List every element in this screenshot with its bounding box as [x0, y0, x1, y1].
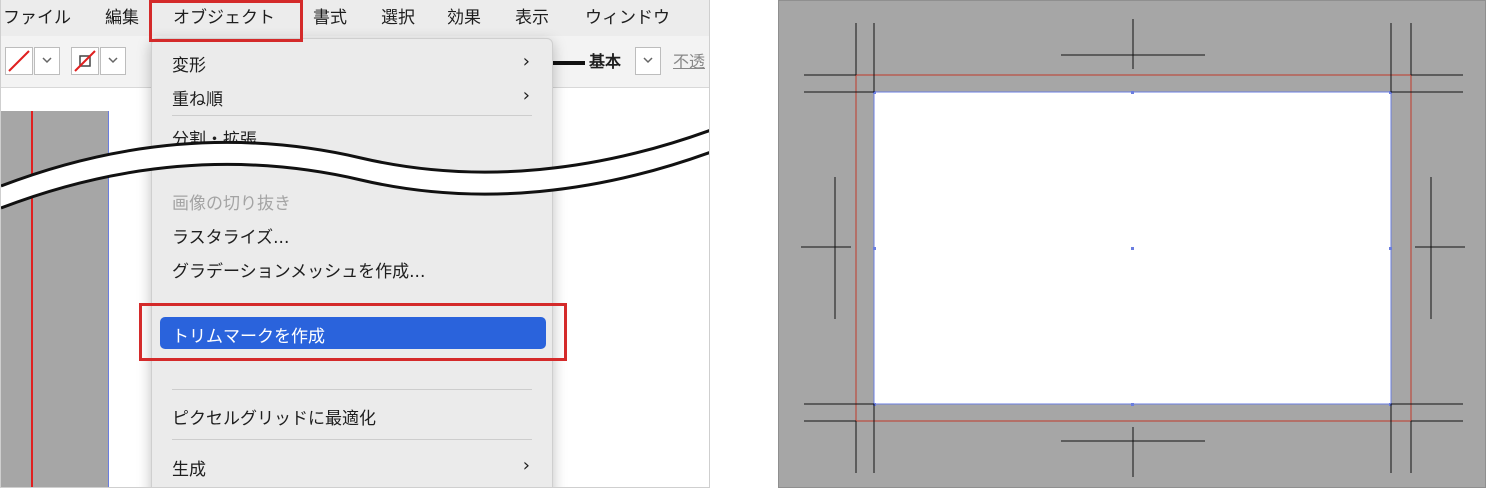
menu-separator	[172, 439, 532, 440]
bleed-guide	[31, 111, 33, 487]
menu-separator	[172, 115, 532, 116]
artwork-preview	[1, 111, 109, 487]
illustrator-left-panel: ファイル 編集 オブジェクト 書式 選択 効果 表示 ウィンドウ 基本 不透 変…	[0, 0, 710, 488]
fill-dropdown[interactable]	[100, 47, 126, 75]
stroke-none-icon	[8, 50, 30, 72]
chevron-right-icon: ›	[522, 85, 530, 106]
fill-none-icon	[74, 50, 96, 72]
chevron-right-icon: ›	[522, 455, 530, 476]
menu-item-generate[interactable]: 生成	[172, 455, 206, 480]
menu-item-crop-image: 画像の切り抜き	[172, 194, 291, 214]
stroke-style-label: 基本	[589, 52, 622, 71]
menu-edit[interactable]: 編集	[105, 0, 139, 36]
selection-edge	[108, 111, 109, 487]
chevron-right-icon: ›	[522, 51, 530, 72]
menu-file[interactable]: ファイル	[3, 0, 71, 36]
menu-bar: ファイル 編集 オブジェクト 書式 選択 効果 表示 ウィンドウ	[1, 0, 709, 36]
menu-item-rasterize[interactable]: ラスタライズ...	[172, 223, 289, 248]
object-menu-callout	[149, 0, 303, 42]
menu-effect[interactable]: 効果	[447, 0, 481, 36]
menu-view[interactable]: 表示	[515, 0, 549, 36]
stroke-swatch[interactable]	[5, 47, 33, 75]
chevron-down-icon	[108, 57, 118, 64]
menu-select[interactable]: 選択	[381, 0, 415, 36]
stroke-dropdown[interactable]	[34, 47, 60, 75]
chevron-down-icon	[643, 57, 653, 64]
menu-type[interactable]: 書式	[313, 0, 347, 36]
menu-window[interactable]: ウィンドウ	[585, 0, 670, 36]
stroke-style-dropdown[interactable]	[635, 47, 661, 75]
menu-separator	[172, 389, 532, 390]
chevron-down-icon	[42, 57, 52, 64]
menu-item-expand[interactable]: 分割・拡張...	[172, 125, 273, 150]
menu-item-create-gradient-mesh[interactable]: グラデーションメッシュを作成...	[172, 257, 425, 282]
trim-marks-result-panel	[778, 0, 1486, 488]
fill-swatch[interactable]	[71, 47, 99, 75]
menu-item-transform[interactable]: 変形	[172, 51, 206, 76]
menu-item-pixel-grid[interactable]: ピクセルグリッドに最適化	[172, 404, 376, 429]
object-menu: 変形 › 重ね順 › 分割・拡張... 画像の切り抜き ラスタライズ... グラ…	[151, 38, 553, 487]
trim-marks-callout	[139, 303, 567, 361]
stroke-preview-icon	[553, 61, 585, 65]
opacity-label[interactable]: 不透	[673, 48, 705, 72]
trim-marks-artboard	[801, 19, 1465, 477]
menu-item-arrange[interactable]: 重ね順	[172, 85, 223, 110]
